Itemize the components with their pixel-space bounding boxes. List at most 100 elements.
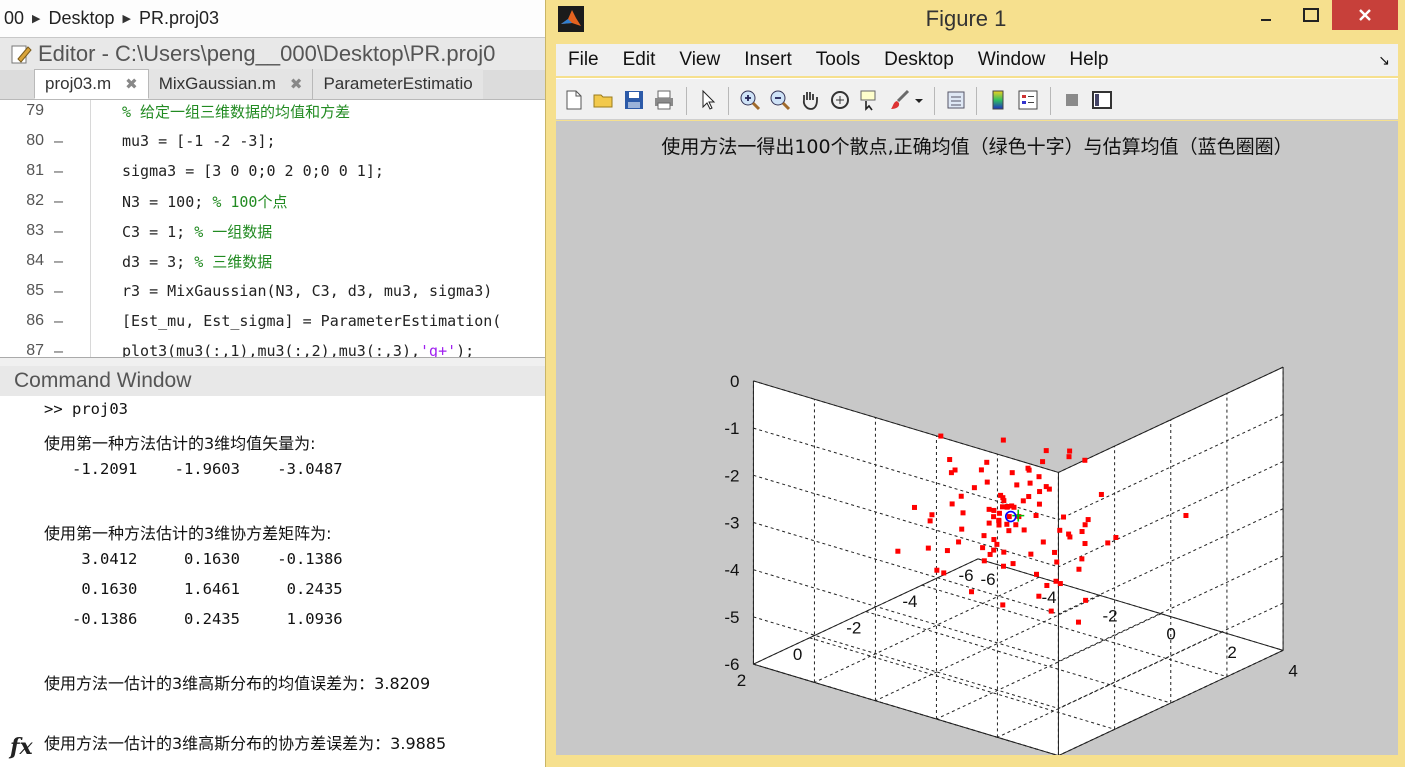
menu-edit[interactable]: Edit <box>623 49 656 71</box>
tab-parameterestimation[interactable]: ParameterEstimatio <box>313 69 483 99</box>
dock-arrow-icon[interactable]: ↘ <box>1378 52 1390 69</box>
breadcrumb-item[interactable]: 00 <box>4 8 24 29</box>
pointer-icon[interactable] <box>696 88 720 112</box>
code-text[interactable]: N3 = 100; % 100个点 <box>122 191 287 212</box>
fx-icon[interactable]: fx <box>10 734 33 760</box>
breakpoint-marker[interactable]: – <box>54 342 74 357</box>
zoom-out-icon[interactable] <box>768 88 792 112</box>
breadcrumb-item[interactable]: PR.proj03 <box>139 8 219 29</box>
tab-close-icon[interactable]: ✖ <box>290 75 303 93</box>
data-point <box>911 504 917 510</box>
code-token: sigma3 = [3 0 0;0 2 0;0 0 1]; <box>122 162 384 180</box>
data-cursor-icon[interactable] <box>858 88 882 112</box>
line-number: 79 <box>26 102 44 119</box>
breadcrumb-arrow-icon[interactable]: ▶ <box>123 12 131 25</box>
menu-insert[interactable]: Insert <box>744 49 792 71</box>
breadcrumb-item[interactable]: Desktop <box>49 8 115 29</box>
menu-window[interactable]: Window <box>978 49 1046 71</box>
code-line[interactable]: 79 % 给定一组三维数据的均值和方差 <box>0 100 545 126</box>
code-line[interactable]: 81– sigma3 = [3 0 0;0 2 0;0 0 1]; <box>0 156 545 186</box>
brush-dropdown-icon[interactable] <box>912 88 926 112</box>
figure-canvas[interactable]: -6 -4 -2 0 2 4 -6 -4 -2 0 2 0 -1 -2 -3 -4 -5 -6 使用方法一得出100… <box>556 121 1398 755</box>
new-file-icon[interactable] <box>562 88 586 112</box>
code-text[interactable]: d3 = 3; % 三维数据 <box>122 251 272 272</box>
data-point <box>1054 559 1060 565</box>
code-line[interactable]: 85– r3 = MixGaussian(N3, C3, d3, mu3, sig… <box>0 276 545 306</box>
close-button[interactable] <box>1332 0 1398 30</box>
command-window[interactable]: >> proj03 使用第一种方法估计的3维均值矢量为: -1.2091 -1.9… <box>0 396 545 767</box>
code-text[interactable]: r3 = MixGaussian(N3, C3, d3, mu3, sigma3… <box>122 282 492 300</box>
code-text[interactable]: [Est_mu, Est_sigma] = ParameterEstimatio… <box>122 312 501 330</box>
breakpoint-marker[interactable]: – <box>54 252 74 270</box>
data-point <box>925 545 931 551</box>
breakpoint-marker[interactable]: – <box>54 192 74 210</box>
breakpoint-marker[interactable]: – <box>54 162 74 180</box>
hide-plot-tools-icon[interactable] <box>1060 88 1084 112</box>
breakpoint-marker[interactable]: – <box>54 282 74 300</box>
data-point <box>947 457 953 463</box>
command-window-title[interactable]: Command Window <box>0 366 545 396</box>
code-line[interactable]: 82– N3 = 100; % 100个点 <box>0 186 545 216</box>
current-folder-breadcrumb[interactable]: 00 ▶ Desktop ▶ PR.proj03 <box>0 0 545 38</box>
rotate-3d-icon[interactable] <box>828 88 852 112</box>
code-line[interactable]: 87– plot3(mu3(:,1),mu3(:,2),mu3(:,3),'g+'… <box>0 336 545 358</box>
data-point <box>960 510 966 516</box>
x-tick-label: 2 <box>1227 643 1236 662</box>
code-editor[interactable]: 79% 给定一组三维数据的均值和方差 80– mu3 = [-1 -2 -3]; 81… <box>0 100 545 358</box>
data-point <box>986 506 992 512</box>
breakpoint-marker[interactable]: – <box>54 312 74 330</box>
tab-mixgaussian[interactable]: MixGaussian.m ✖ <box>148 69 314 99</box>
code-text[interactable]: plot3(mu3(:,1),mu3(:,2),mu3(:,3),'g+'); <box>122 342 475 358</box>
data-point <box>1000 504 1006 510</box>
scatter3-plot[interactable]: -6-4-2024-6-4-2020-1-2-3-4-5-6使用方法一得出100… <box>556 121 1398 755</box>
data-point <box>927 518 933 524</box>
code-text[interactable]: C3 = 1; % 一组数据 <box>122 221 272 242</box>
command-output-line: 使用第一种方法估计的3维协方差矩阵为: <box>44 524 332 543</box>
breadcrumb-arrow-icon[interactable]: ▶ <box>32 12 40 25</box>
menu-desktop[interactable]: Desktop <box>884 49 954 71</box>
code-token: N3 = 100; <box>122 192 213 211</box>
zoom-in-icon[interactable] <box>738 88 762 112</box>
code-line[interactable]: 86– [Est_mu, Est_sigma] = ParameterEstima… <box>0 306 545 336</box>
menu-file[interactable]: File <box>568 49 599 71</box>
editor-title-text: Editor - C:\Users\peng__000\Desktop\PR.p… <box>38 41 496 66</box>
menu-tools[interactable]: Tools <box>816 49 860 71</box>
legend-icon[interactable] <box>1016 88 1040 112</box>
tab-close-icon[interactable]: ✖ <box>125 75 138 93</box>
code-token: % 三维数据 <box>194 252 273 271</box>
data-point <box>1010 561 1016 567</box>
data-point <box>938 433 944 439</box>
code-token: ); <box>456 342 475 358</box>
menu-help[interactable]: Help <box>1069 49 1108 71</box>
show-plot-tools-icon[interactable] <box>1090 88 1114 112</box>
menu-view[interactable]: View <box>679 49 720 71</box>
data-point <box>1033 512 1039 518</box>
tab-proj03[interactable]: proj03.m ✖ <box>34 69 149 99</box>
maximize-button[interactable] <box>1291 0 1331 30</box>
data-point <box>991 537 997 543</box>
save-icon[interactable] <box>622 88 646 112</box>
figure-title-bar[interactable]: Figure 1 <box>546 0 1405 40</box>
print-icon[interactable] <box>652 88 676 112</box>
minimize-button[interactable] <box>1246 0 1286 30</box>
code-text[interactable]: sigma3 = [3 0 0;0 2 0;0 0 1]; <box>122 162 384 180</box>
pan-icon[interactable] <box>798 88 822 112</box>
code-line[interactable]: 84– d3 = 3; % 三维数据 <box>0 246 545 276</box>
toolbar-separator <box>728 87 729 115</box>
data-point <box>1000 563 1006 569</box>
link-plot-icon[interactable] <box>944 88 968 112</box>
code-line[interactable]: 83– C3 = 1; % 一组数据 <box>0 216 545 246</box>
z-tick-label: 0 <box>730 372 739 391</box>
open-folder-icon[interactable] <box>592 88 616 112</box>
z-tick-label: -6 <box>724 655 739 674</box>
code-text[interactable]: % 给定一组三维数据的均值和方差 <box>122 101 350 122</box>
editor-title-bar[interactable]: Editor - C:\Users\peng__000\Desktop\PR.p… <box>0 38 545 70</box>
brush-icon[interactable] <box>888 88 912 112</box>
code-text[interactable]: mu3 = [-1 -2 -3]; <box>122 132 276 150</box>
breakpoint-marker[interactable]: – <box>54 132 74 150</box>
figure-toolbar <box>556 78 1398 120</box>
code-line[interactable]: 80– mu3 = [-1 -2 -3]; <box>0 126 545 156</box>
colorbar-icon[interactable] <box>986 88 1010 112</box>
breakpoint-marker[interactable]: – <box>54 222 74 240</box>
line-number: 84 <box>26 252 44 269</box>
